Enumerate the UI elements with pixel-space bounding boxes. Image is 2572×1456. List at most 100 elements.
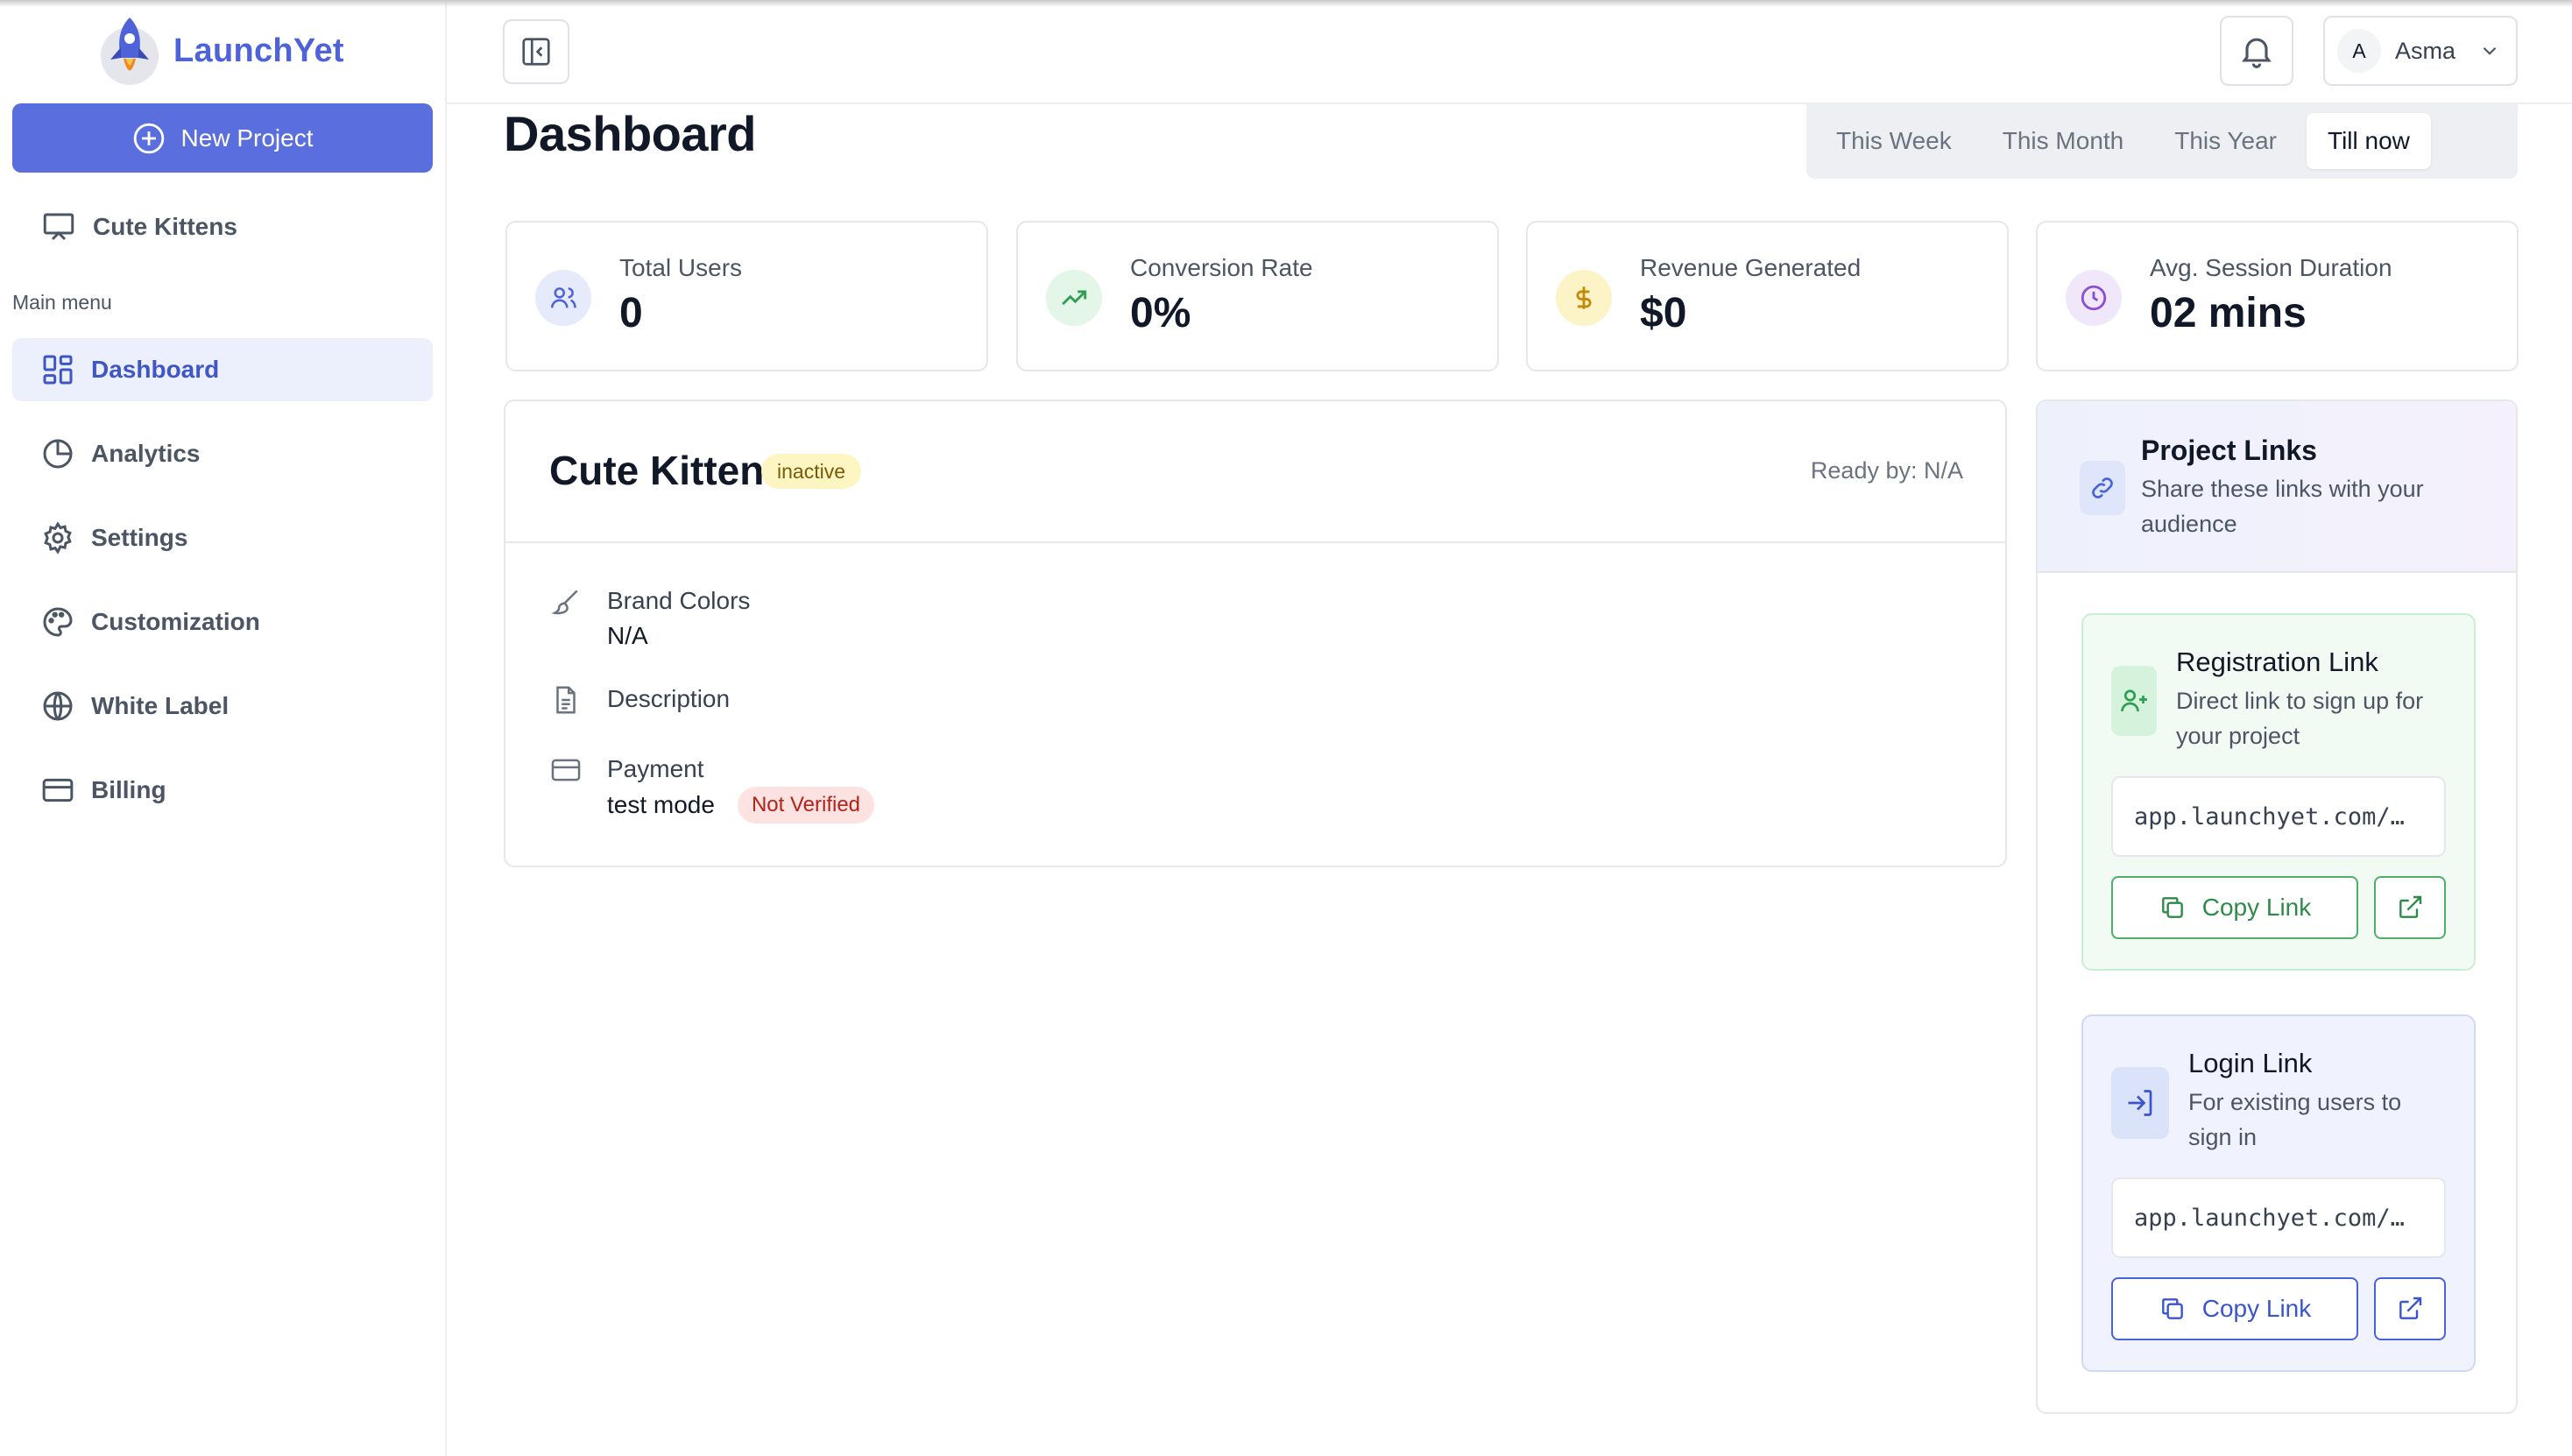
tab-till-now[interactable]: Till now bbox=[2307, 113, 2431, 169]
page-title: Dashboard bbox=[504, 106, 757, 161]
project-links-panel: Project Links Share these links with you… bbox=[2036, 399, 2518, 1414]
stat-value: $0 bbox=[1640, 290, 1687, 336]
login-url-field[interactable]: app.launchyet.com/… bbox=[2111, 1177, 2446, 1258]
sidebar-item-dashboard[interactable]: Dashboard bbox=[12, 338, 433, 401]
presentation-icon bbox=[43, 213, 74, 241]
brush-icon bbox=[551, 590, 578, 615]
palette-icon bbox=[43, 607, 73, 637]
stat-card-conversion-rate: Conversion Rate 0% bbox=[1016, 221, 1499, 371]
tab-this-year[interactable]: This Year bbox=[2153, 113, 2298, 169]
registration-url-field[interactable]: app.launchyet.com/… bbox=[2111, 776, 2446, 857]
clock-icon bbox=[2081, 285, 2107, 311]
link-icon bbox=[2092, 477, 2113, 498]
main-nav: Dashboard Analytics Settings Customizati… bbox=[12, 338, 433, 843]
registration-link-card: Registration Link Direct link to sign up… bbox=[2081, 613, 2476, 971]
payment-mode: test mode bbox=[607, 791, 715, 818]
stat-icon-wrap bbox=[2066, 270, 2122, 326]
project-title: Cute Kittens bbox=[549, 448, 787, 493]
stat-label: Total Users bbox=[619, 254, 743, 281]
project-card-header: Cute Kittens inactive Ready by: N/A bbox=[505, 401, 2005, 543]
login-link-subtitle: For existing users to sign in bbox=[2188, 1089, 2402, 1150]
document-icon bbox=[556, 686, 576, 714]
sidebar-item-label: Dashboard bbox=[91, 356, 220, 383]
stat-card-total-users: Total Users 0 bbox=[505, 221, 988, 371]
user-plus-icon-wrap bbox=[2111, 666, 2157, 736]
description-label: Description bbox=[607, 685, 731, 712]
users-icon bbox=[550, 287, 576, 308]
current-project-item[interactable]: Cute Kittens bbox=[40, 209, 237, 245]
credit-card-icon bbox=[551, 759, 581, 781]
stat-label: Avg. Session Duration bbox=[2150, 254, 2392, 281]
chevron-down-icon bbox=[2483, 46, 2497, 55]
project-links-header: Project Links Share these links with you… bbox=[2038, 401, 2516, 573]
brand-colors-row: Brand Colors N/A bbox=[549, 583, 750, 654]
app-logo[interactable]: LaunchYet bbox=[98, 12, 344, 89]
gear-icon bbox=[44, 521, 72, 555]
trending-up-icon bbox=[1062, 290, 1087, 306]
avatar: A bbox=[2337, 29, 2381, 73]
copy-registration-link-button[interactable]: Copy Link bbox=[2111, 876, 2358, 939]
external-link-icon bbox=[2399, 895, 2422, 918]
dollar-icon bbox=[1576, 286, 1592, 309]
stat-label: Conversion Rate bbox=[1130, 254, 1313, 281]
tab-this-week[interactable]: This Week bbox=[1815, 113, 1973, 169]
dashboard-icon bbox=[43, 355, 73, 385]
sidebar-item-label: White Label bbox=[91, 692, 230, 719]
stat-card-revenue: Revenue Generated $0 bbox=[1526, 221, 2009, 371]
link-icon-wrap bbox=[2080, 461, 2125, 515]
globe-icon bbox=[43, 691, 73, 721]
sidebar: LaunchYet New Project Cute Kittens Main … bbox=[0, 0, 447, 1456]
description-row: Description bbox=[549, 682, 730, 717]
current-project-label: Cute Kittens bbox=[93, 213, 237, 240]
stat-card-session-duration: Avg. Session Duration 02 mins bbox=[2036, 221, 2519, 371]
credit-card-icon bbox=[42, 778, 74, 802]
payment-status-badge: Not Verified bbox=[737, 787, 875, 823]
bell-icon bbox=[2242, 38, 2272, 68]
period-tabs: This Week This Month This Year Till now bbox=[1806, 103, 2518, 179]
new-project-label: New Project bbox=[180, 124, 314, 152]
stat-label: Revenue Generated bbox=[1640, 254, 1862, 281]
sidebar-item-label: Analytics bbox=[91, 440, 201, 467]
sidebar-item-white-label[interactable]: White Label bbox=[12, 675, 433, 738]
brand-colors-label: Brand Colors bbox=[607, 587, 751, 614]
open-login-link-button[interactable] bbox=[2374, 1277, 2446, 1340]
notifications-button[interactable] bbox=[2220, 16, 2293, 86]
stat-icon-wrap bbox=[535, 270, 591, 326]
payment-value: test mode Not Verified bbox=[607, 787, 875, 823]
sidebar-item-analytics[interactable]: Analytics bbox=[12, 422, 433, 485]
main-menu-caption: Main menu bbox=[12, 291, 112, 314]
copy-login-link-button[interactable]: Copy Link bbox=[2111, 1277, 2358, 1340]
pie-chart-icon bbox=[43, 439, 73, 469]
open-registration-link-button[interactable] bbox=[2374, 876, 2446, 939]
project-card: Cute Kittens inactive Ready by: N/A Bran… bbox=[504, 399, 2007, 867]
brand-colors-value: N/A bbox=[607, 622, 648, 649]
copy-icon bbox=[2161, 1298, 2183, 1319]
new-project-button[interactable]: New Project bbox=[12, 103, 433, 173]
project-links-title: Project Links bbox=[2141, 435, 2317, 466]
project-links-subtitle: Share these links with your audience bbox=[2141, 476, 2424, 537]
sidebar-item-customization[interactable]: Customization bbox=[12, 590, 433, 654]
stat-icon-wrap bbox=[1556, 270, 1612, 326]
sidebar-item-label: Settings bbox=[91, 524, 188, 551]
status-badge: inactive bbox=[761, 454, 861, 489]
copy-link-label: Copy Link bbox=[2201, 894, 2312, 921]
sidebar-toggle-button[interactable] bbox=[503, 19, 569, 84]
copy-link-label: Copy Link bbox=[2201, 1295, 2312, 1322]
rocket-logo-icon bbox=[101, 18, 159, 85]
ready-by-text: Ready by: N/A bbox=[1810, 457, 1963, 484]
registration-link-title: Registration Link bbox=[2176, 647, 2378, 677]
plus-circle-icon bbox=[133, 123, 164, 153]
registration-link-subtitle: Direct link to sign up for your project bbox=[2176, 688, 2424, 749]
sidebar-item-billing[interactable]: Billing bbox=[12, 759, 433, 822]
sidebar-item-settings[interactable]: Settings bbox=[12, 506, 433, 569]
login-link-card: Login Link For existing users to sign in… bbox=[2081, 1014, 2476, 1372]
tab-this-month[interactable]: This Month bbox=[1982, 113, 2145, 169]
login-icon-wrap bbox=[2111, 1067, 2169, 1139]
stat-icon-wrap bbox=[1046, 270, 1102, 326]
stat-value: 0 bbox=[619, 290, 643, 336]
user-menu-button[interactable]: A Asma bbox=[2323, 16, 2518, 86]
stat-value: 02 mins bbox=[2150, 290, 2307, 336]
sidebar-item-label: Customization bbox=[91, 608, 260, 635]
payment-label: Payment bbox=[607, 755, 704, 782]
copy-icon bbox=[2161, 897, 2183, 918]
